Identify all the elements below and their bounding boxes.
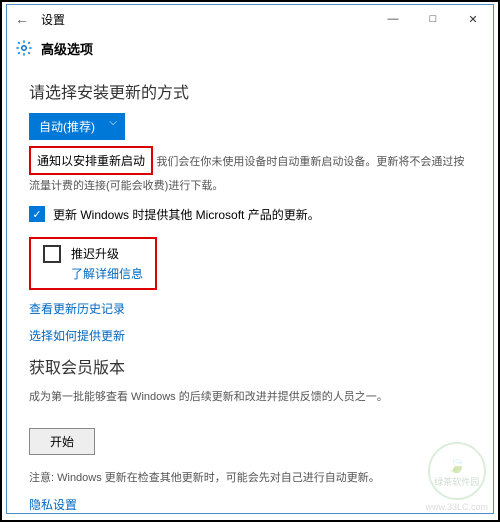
page-title: 高级选项 [41, 39, 93, 58]
back-button[interactable]: ← [7, 11, 37, 27]
minimize-button[interactable]: — [373, 5, 413, 33]
settings-window: ← 设置 — □ ✕ 高级选项 请选择安装更新的方式 自动(推荐) 通知以安排重… [6, 4, 494, 514]
install-method-dropdown[interactable]: 自动(推荐) [29, 113, 125, 140]
leaf-icon: 🍃 [447, 455, 467, 475]
window-controls: — □ ✕ [373, 5, 493, 33]
content-area: 请选择安装更新的方式 自动(推荐) 通知以安排重新启动 我们会在你未使用设备时自… [7, 63, 493, 531]
learn-more-link[interactable]: 了解详细信息 [71, 265, 143, 282]
start-button[interactable]: 开始 [29, 428, 95, 455]
notify-restart-text: 通知以安排重新启动 [37, 154, 145, 168]
titlebar: ← 设置 — □ ✕ [7, 5, 493, 33]
notify-restart-highlight: 通知以安排重新启动 [29, 146, 153, 175]
close-button[interactable]: ✕ [453, 5, 493, 33]
update-note: 注意: Windows 更新在检查其他更新时，可能会先对自己进行自动更新。 [29, 469, 471, 488]
gear-icon [15, 39, 33, 57]
watermark: 🍃 绿茶软件园 www.33LC.com [425, 442, 488, 512]
update-history-link[interactable]: 查看更新历史记录 [29, 300, 471, 317]
page-header: 高级选项 [7, 33, 493, 63]
ms-products-label: 更新 Windows 时提供其他 Microsoft 产品的更新。 [53, 206, 320, 223]
watermark-logo: 🍃 绿茶软件园 [428, 442, 486, 500]
defer-upgrade-label: 推迟升级 [71, 245, 119, 262]
insider-heading: 获取会员版本 [29, 354, 471, 378]
install-method-heading: 请选择安装更新的方式 [29, 79, 471, 103]
maximize-button[interactable]: □ [413, 5, 453, 33]
defer-upgrade-row[interactable]: 推迟升级 [43, 245, 143, 263]
watermark-url: www.33LC.com [425, 502, 488, 512]
defer-upgrade-highlight: 推迟升级 了解详细信息 [29, 237, 157, 290]
how-deliver-link[interactable]: 选择如何提供更新 [29, 327, 471, 344]
ms-products-row[interactable]: ✓ 更新 Windows 时提供其他 Microsoft 产品的更新。 [29, 206, 471, 223]
watermark-name: 绿茶软件园 [434, 475, 479, 488]
insider-desc: 成为第一批能够查看 Windows 的后续更新和改进并提供反馈的人员之一。 [29, 388, 471, 407]
window-title: 设置 [37, 11, 373, 28]
privacy-link[interactable]: 隐私设置 [29, 496, 471, 513]
ms-products-checkbox[interactable]: ✓ [29, 206, 45, 222]
defer-upgrade-checkbox[interactable] [43, 245, 61, 263]
